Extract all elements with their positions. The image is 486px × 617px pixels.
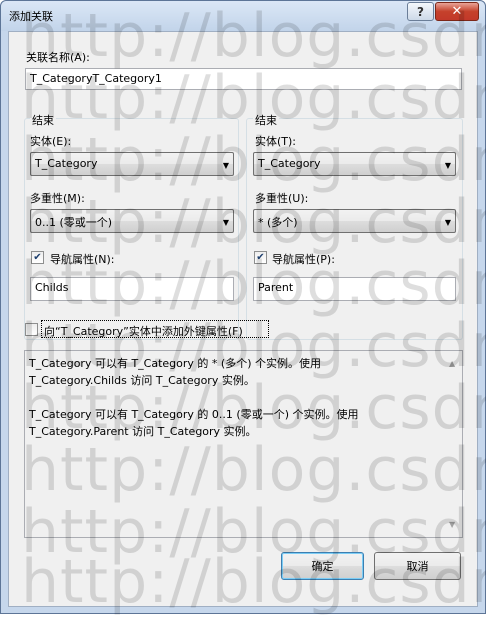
dialog-body: 关联名称(A): T_CategoryT_Category1 结束 实体(E):…: [8, 31, 478, 607]
right-entity-label: 实体(T):: [255, 135, 297, 148]
vertical-scrollbar[interactable]: ▲ ▼: [445, 351, 462, 537]
close-icon: ✕: [451, 4, 463, 19]
left-multiplicity-select[interactable]: 0..1 (零或一个) ▼: [30, 209, 234, 233]
title-bar[interactable]: 添加关联 ? ✕: [1, 1, 485, 31]
left-nav-label: 导航属性(N):: [50, 253, 115, 266]
left-nav-input[interactable]: Childs: [30, 277, 234, 301]
description-line-4: T_Category.Parent 访问 T_Category 实例。: [29, 425, 257, 438]
description-line-1: T_Category 可以有 T_Category 的 * (多个) 个实例。使…: [29, 357, 321, 370]
left-multiplicity-label: 多重性(M):: [30, 192, 85, 205]
description-line-3: T_Category 可以有 T_Category 的 0..1 (零或一个) …: [29, 408, 359, 421]
chevron-down-icon: ▼: [444, 161, 451, 170]
foreign-key-label[interactable]: 向“T_Category”实体中添加外键属性(F): [44, 323, 243, 339]
scroll-up-icon[interactable]: ▲: [449, 355, 455, 372]
left-entity-select[interactable]: T_Category ▼: [30, 152, 234, 176]
description-line-2: T_Category.Childs 访问 T_Category 实例。: [29, 374, 255, 387]
right-multiplicity-label: 多重性(U):: [255, 192, 309, 205]
scroll-down-icon[interactable]: ▼: [449, 516, 455, 533]
ok-button-label: 确定: [311, 560, 334, 573]
association-name-input[interactable]: T_CategoryT_Category1: [25, 68, 462, 90]
help-button[interactable]: ?: [407, 2, 434, 21]
right-multiplicity-value: * (多个): [258, 216, 298, 229]
cancel-button-label: 取消: [406, 560, 429, 573]
cancel-button[interactable]: 取消: [374, 552, 461, 580]
right-nav-label: 导航属性(P):: [272, 253, 335, 266]
chevron-down-icon: ▼: [222, 161, 229, 170]
checkmark-icon: ✔: [33, 252, 42, 263]
left-nav-checkbox[interactable]: ✔: [31, 251, 44, 264]
left-entity-value: T_Category: [35, 157, 98, 170]
association-name-label: 关联名称(A):: [26, 51, 90, 64]
close-button[interactable]: ✕: [435, 2, 479, 21]
help-icon: ?: [417, 4, 424, 19]
dialog-title: 添加关联: [9, 10, 53, 23]
right-entity-select[interactable]: T_Category ▼: [253, 152, 456, 176]
description-box: T_Category 可以有 T_Category 的 * (多个) 个实例。使…: [24, 350, 463, 538]
chevron-down-icon: ▼: [444, 218, 451, 227]
right-end-title: 结束: [253, 112, 279, 128]
left-entity-label: 实体(E):: [30, 135, 72, 148]
checkmark-icon: ✔: [256, 252, 265, 263]
left-end-title: 结束: [30, 112, 56, 128]
chevron-down-icon: ▼: [222, 218, 229, 227]
ok-button[interactable]: 确定: [281, 552, 364, 580]
right-nav-input[interactable]: Parent: [253, 277, 456, 301]
right-entity-value: T_Category: [258, 157, 321, 170]
left-multiplicity-value: 0..1 (零或一个): [35, 216, 113, 229]
foreign-key-checkbox[interactable]: [25, 323, 38, 336]
right-nav-checkbox[interactable]: ✔: [254, 251, 267, 264]
add-association-dialog: 添加关联 ? ✕ 关联名称(A): T_CategoryT_Category1 …: [0, 0, 486, 617]
right-multiplicity-select[interactable]: * (多个) ▼: [253, 209, 456, 233]
